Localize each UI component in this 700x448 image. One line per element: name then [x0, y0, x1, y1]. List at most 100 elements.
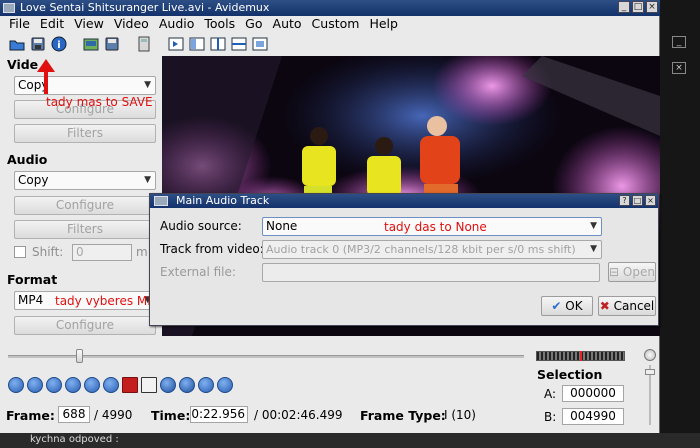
- shift-unit: m: [136, 245, 148, 259]
- frame-total: / 4990: [94, 408, 133, 422]
- minimize-icon[interactable]: _: [672, 36, 686, 48]
- menu-edit[interactable]: Edit: [35, 15, 69, 33]
- goto-first-icon[interactable]: [198, 377, 214, 393]
- time-input[interactable]: 0:22.956: [190, 406, 248, 423]
- svg-text:i: i: [57, 40, 60, 51]
- selection-b-field[interactable]: 004990: [562, 408, 624, 425]
- menu-video[interactable]: Video: [109, 15, 154, 33]
- goto-last-icon[interactable]: [217, 377, 233, 393]
- mark-a-icon[interactable]: [122, 377, 138, 393]
- frame-input[interactable]: 688: [58, 406, 90, 423]
- menu-file[interactable]: File: [4, 15, 35, 33]
- next-black-icon[interactable]: [179, 377, 195, 393]
- open-button-label: Open: [622, 265, 655, 279]
- ok-button-label: OK: [565, 299, 583, 313]
- next-keyframe-icon[interactable]: [103, 377, 119, 393]
- open-button[interactable]: ⊟ Open: [608, 262, 656, 282]
- position-slider-handle[interactable]: [76, 349, 83, 363]
- audio-filters-button[interactable]: Filters: [14, 220, 156, 239]
- ok-button[interactable]: ✔ OK: [541, 296, 593, 316]
- navigation-buttons: [8, 377, 233, 393]
- mark-b-icon[interactable]: [141, 377, 157, 393]
- minimize-button[interactable]: _: [618, 1, 630, 13]
- video-filters-button[interactable]: Filters: [14, 124, 156, 143]
- menu-auto[interactable]: Auto: [268, 15, 307, 33]
- stop-icon[interactable]: [27, 377, 43, 393]
- prev-black-icon[interactable]: [160, 377, 176, 393]
- window-title: Love Sentai Shitsuranger Live.avi - Avid…: [20, 1, 270, 14]
- track-from-video-label: Track from video:: [160, 242, 264, 256]
- frame-type-value: I (10): [444, 408, 476, 422]
- audio-codec-select[interactable]: Copy ▼: [14, 171, 156, 190]
- title-bar[interactable]: Love Sentai Shitsuranger Live.avi - Avid…: [0, 0, 660, 16]
- preview-icon[interactable]: [251, 36, 269, 52]
- toolbar: i: [8, 35, 269, 53]
- annotation-mp4-note: tady vyberes MP4: [55, 294, 163, 308]
- volume-slider[interactable]: [644, 349, 656, 429]
- cancel-button-label: Cancel: [613, 299, 655, 313]
- annotation-arrow-icon: [37, 59, 55, 94]
- selection-b-label: B:: [544, 410, 557, 424]
- save-image-icon[interactable]: [82, 36, 100, 52]
- external-file-label: External file:: [160, 265, 236, 279]
- info-icon[interactable]: i: [50, 36, 68, 52]
- audio-configure-button[interactable]: Configure: [14, 196, 156, 215]
- cancel-button[interactable]: ✖ Cancel: [598, 296, 656, 316]
- next-frame-icon[interactable]: [65, 377, 81, 393]
- dialog-title: Main Audio Track: [176, 194, 270, 207]
- dialog-help-button[interactable]: ?: [619, 195, 630, 206]
- menu-audio[interactable]: Audio: [154, 15, 200, 33]
- side-by-side-icon[interactable]: [209, 36, 227, 52]
- dialog-maximize-button[interactable]: □: [632, 195, 643, 206]
- menu-tools[interactable]: Tools: [199, 15, 240, 33]
- menu-bar: File Edit View Video Audio Tools Go Auto…: [0, 15, 660, 33]
- volume-knob-icon[interactable]: [644, 349, 656, 361]
- frame-label: Frame:: [6, 408, 55, 423]
- close-icon[interactable]: ×: [672, 62, 686, 74]
- chevron-down-icon: ▼: [144, 80, 151, 90]
- play-icon[interactable]: [8, 377, 24, 393]
- prev-keyframe-icon[interactable]: [84, 377, 100, 393]
- check-icon: ✔: [551, 299, 562, 313]
- main-audio-track-dialog: Main Audio Track ? □ × Audio source: Non…: [149, 193, 659, 326]
- chevron-down-icon: ▼: [144, 175, 151, 185]
- shift-checkbox[interactable]: [14, 246, 26, 258]
- time-total: / 00:02:46.499: [254, 408, 343, 422]
- shift-input[interactable]: 0: [72, 244, 132, 261]
- play-filtered-icon[interactable]: [167, 36, 185, 52]
- annotation-save-note: tady mas to SAVE: [46, 95, 153, 109]
- calculator-icon[interactable]: [135, 36, 153, 52]
- selection-a-field[interactable]: 000000: [562, 385, 624, 402]
- split-view-icon[interactable]: [188, 36, 206, 52]
- dialog-app-icon: [154, 196, 168, 206]
- save-icon[interactable]: [29, 36, 47, 52]
- chevron-down-icon: ▼: [590, 244, 597, 254]
- audio-section-label: Audio: [7, 152, 48, 167]
- dialog-close-button[interactable]: ×: [645, 195, 656, 206]
- menu-go[interactable]: Go: [240, 15, 267, 33]
- taskbar-text: kychna odpoved :: [30, 434, 119, 445]
- menu-help[interactable]: Help: [364, 15, 403, 33]
- track-from-video-select[interactable]: Audio track 0 (MP3/2 channels/128 kbit p…: [262, 240, 602, 259]
- external-file-input[interactable]: [262, 263, 600, 282]
- track-from-video-value: Audio track 0 (MP3/2 channels/128 kbit p…: [266, 243, 576, 256]
- volume-thumb[interactable]: [645, 369, 655, 375]
- format-configure-button[interactable]: Configure: [14, 316, 156, 335]
- audio-source-value: None: [266, 219, 298, 233]
- open-icon[interactable]: [8, 36, 26, 52]
- annotation-none-note: tady das to None: [384, 220, 487, 234]
- position-slider-track[interactable]: [8, 355, 524, 358]
- menu-custom[interactable]: Custom: [307, 15, 365, 33]
- maximize-button[interactable]: □: [632, 1, 644, 13]
- close-button[interactable]: ×: [646, 1, 658, 13]
- top-bottom-icon[interactable]: [230, 36, 248, 52]
- time-label: Time:: [151, 408, 191, 423]
- save-video-icon[interactable]: [103, 36, 121, 52]
- menu-view[interactable]: View: [69, 15, 109, 33]
- folder-icon: ⊟: [609, 265, 620, 279]
- prev-frame-icon[interactable]: [46, 377, 62, 393]
- background-window-strip: _ ×: [660, 0, 700, 448]
- selection-label: Selection: [537, 367, 603, 382]
- dialog-title-bar[interactable]: Main Audio Track ? □ ×: [150, 194, 658, 208]
- format-value: MP4: [18, 293, 44, 307]
